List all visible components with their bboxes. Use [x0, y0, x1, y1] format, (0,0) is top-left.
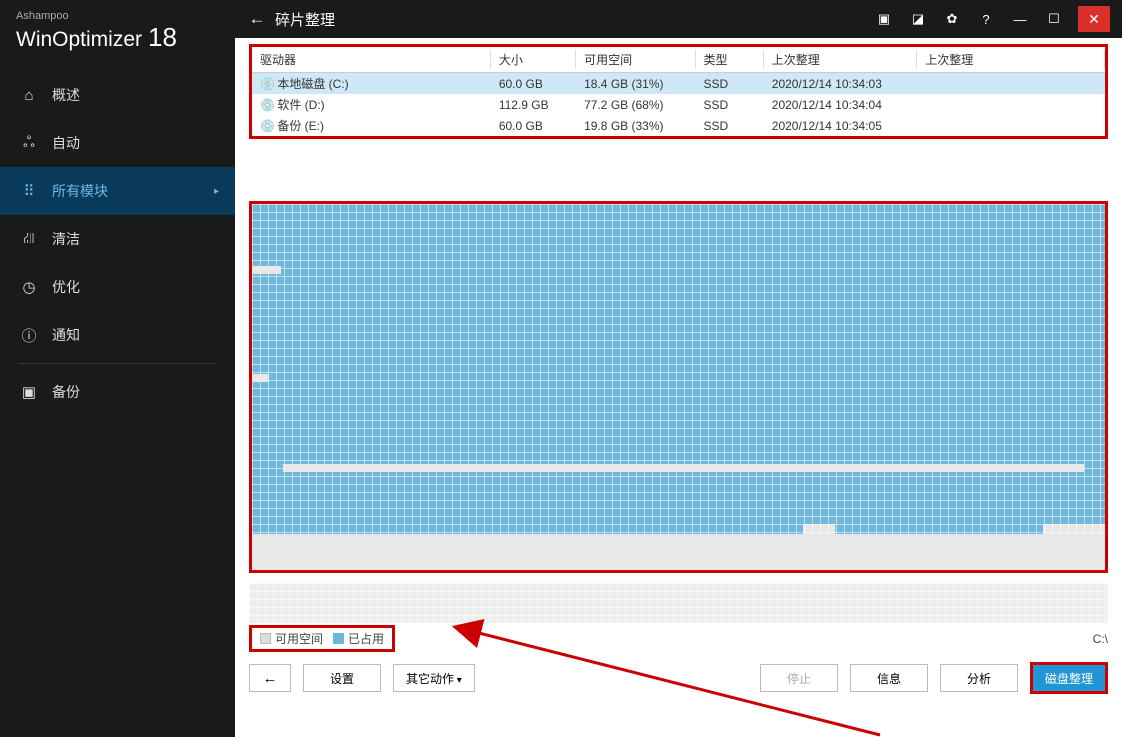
- settings-button[interactable]: 设置: [303, 664, 381, 692]
- drive-table: 驱动器 大小 可用空间 类型 上次整理 上次整理 💿 本地磁盘 (C:)60.0…: [252, 47, 1105, 136]
- table-row[interactable]: 💿 软件 (D:)112.9 GB77.2 GB (68%)SSD2020/12…: [252, 94, 1105, 115]
- maximize-icon[interactable]: ☐: [1044, 9, 1064, 29]
- nav-divider: [18, 363, 217, 364]
- table-row[interactable]: 💿 本地磁盘 (C:)60.0 GB18.4 GB (31%)SSD2020/1…: [252, 73, 1105, 95]
- logo: Ashampoo WinOptimizer 18: [0, 0, 235, 71]
- legend-annotation: 可用空间 已占用: [249, 625, 395, 652]
- gray-strip: [249, 583, 1108, 623]
- map-free-block: [980, 464, 1084, 472]
- nav-label: 概述: [52, 85, 80, 105]
- col-drive[interactable]: 驱动器: [252, 47, 491, 73]
- home-icon: ⌂: [20, 86, 38, 104]
- map-used-block: [252, 204, 1105, 264]
- nav-optimize[interactable]: ◷ 优化: [0, 263, 235, 311]
- map-free-block: [252, 374, 269, 382]
- defrag-button[interactable]: 磁盘整理: [1030, 662, 1108, 694]
- table-row[interactable]: 💿 备份 (E:)60.0 GB19.8 GB (33%)SSD2020/12/…: [252, 115, 1105, 136]
- close-icon[interactable]: ✕: [1078, 6, 1110, 32]
- sidebar: Ashampoo WinOptimizer 18 ⌂ 概述 ஃ 自动 ⠿ 所有模…: [0, 0, 235, 737]
- nav-auto[interactable]: ஃ 自动: [0, 119, 235, 167]
- col-size[interactable]: 大小: [491, 47, 576, 73]
- grid-icon: ⠿: [20, 182, 38, 200]
- map-used-block: [252, 524, 803, 534]
- nav-overview[interactable]: ⌂ 概述: [0, 71, 235, 119]
- nav-label: 所有模块: [52, 181, 108, 201]
- drive-table-annotation: 驱动器 大小 可用空间 类型 上次整理 上次整理 💿 本地磁盘 (C:)60.0…: [249, 44, 1108, 139]
- broom-icon: ⛜: [20, 230, 38, 248]
- nav-notify[interactable]: ⓘ 通知: [0, 311, 235, 359]
- info-button[interactable]: 信息: [850, 664, 928, 692]
- logo-sub: Ashampoo: [16, 10, 219, 22]
- map-free-block: [252, 266, 281, 274]
- map-used-block: [835, 524, 1043, 534]
- gauge-icon: ◷: [20, 278, 38, 296]
- nav-label: 优化: [52, 277, 80, 297]
- gear-icon[interactable]: ✿: [942, 9, 962, 29]
- titlebar: ← 碎片整理 ▣ ◪ ✿ ? — ☐ ✕: [235, 0, 1122, 38]
- col-free[interactable]: 可用空间: [576, 47, 695, 73]
- nav-clean[interactable]: ⛜ 清洁: [0, 215, 235, 263]
- bottom-bar: ← 设置 其它动作 停止 信息 分析 磁盘整理: [249, 652, 1108, 694]
- map-free-block: [283, 464, 980, 472]
- legend-free: 可用空间: [260, 630, 323, 647]
- analyze-button[interactable]: 分析: [940, 664, 1018, 692]
- nav-label: 通知: [52, 325, 80, 345]
- current-drive-label: C:\: [1093, 632, 1108, 646]
- legend-row: 可用空间 已占用 C:\: [249, 625, 1108, 652]
- back-arrow-icon[interactable]: ←: [243, 9, 271, 29]
- minimize-icon[interactable]: —: [1010, 9, 1030, 29]
- table-header-row: 驱动器 大小 可用空间 类型 上次整理 上次整理: [252, 47, 1105, 73]
- map-used-block: [252, 264, 1105, 376]
- nav-backup[interactable]: ▣ 备份: [0, 368, 235, 416]
- spacer: [249, 145, 1108, 195]
- back-button[interactable]: ←: [249, 664, 291, 692]
- note-icon[interactable]: ◪: [908, 9, 928, 29]
- main: ← 碎片整理 ▣ ◪ ✿ ? — ☐ ✕ 驱动器 大小 可用空: [235, 0, 1122, 737]
- col-type[interactable]: 类型: [696, 47, 764, 73]
- map-used-block: [252, 464, 1105, 524]
- chat-icon[interactable]: ▣: [874, 9, 894, 29]
- drive-icon: 💿: [260, 98, 274, 112]
- col-last[interactable]: 上次整理: [764, 47, 918, 73]
- auto-icon: ஃ: [20, 134, 38, 152]
- backup-icon: ▣: [20, 383, 38, 401]
- legend-used: 已占用: [333, 630, 384, 647]
- page-title: 碎片整理: [271, 9, 874, 30]
- map-used-block: [252, 376, 1105, 464]
- drive-icon: 💿: [260, 119, 274, 133]
- defrag-map: [252, 204, 1105, 570]
- nav: ⌂ 概述 ஃ 自动 ⠿ 所有模块 ⛜ 清洁 ◷ 优化 ⓘ 通知: [0, 71, 235, 416]
- stop-button: 停止: [760, 664, 838, 692]
- map-free-block: [252, 534, 1105, 570]
- other-actions-button[interactable]: 其它动作: [393, 664, 475, 692]
- drive-icon: 💿: [260, 77, 274, 91]
- swatch-free-icon: [260, 633, 271, 644]
- swatch-used-icon: [333, 633, 344, 644]
- col-prev[interactable]: 上次整理: [917, 47, 1105, 73]
- nav-label: 备份: [52, 382, 80, 402]
- nav-label: 自动: [52, 133, 80, 153]
- help-icon[interactable]: ?: [976, 9, 996, 29]
- info-icon: ⓘ: [20, 326, 38, 344]
- nav-all-modules[interactable]: ⠿ 所有模块: [0, 167, 235, 215]
- titlebar-icons: ▣ ◪ ✿ ? — ☐ ✕: [874, 6, 1114, 32]
- content: 驱动器 大小 可用空间 类型 上次整理 上次整理 💿 本地磁盘 (C:)60.0…: [235, 38, 1122, 737]
- nav-label: 清洁: [52, 229, 80, 249]
- defrag-map-annotation: [249, 201, 1108, 573]
- logo-main: WinOptimizer 18: [16, 22, 219, 53]
